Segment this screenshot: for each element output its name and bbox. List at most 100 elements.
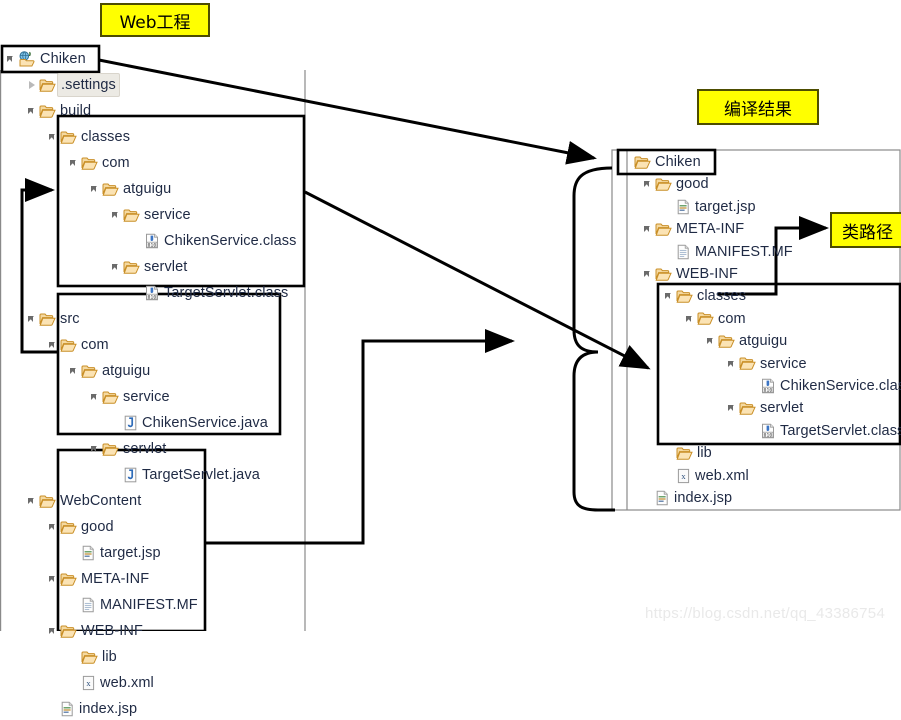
tree-row-label: atguigu <box>102 363 151 379</box>
chevron-down-icon[interactable] <box>48 334 59 356</box>
tree-row[interactable]: 010 TargetServlet.class <box>748 420 901 442</box>
chevron-down-icon[interactable] <box>48 620 59 642</box>
tree-row-label: WebContent <box>60 493 142 509</box>
folder-icon <box>60 338 77 353</box>
tree-row-label: TargetServlet.java <box>142 467 260 483</box>
xml-file-icon: x <box>676 468 691 484</box>
chevron-down-icon[interactable] <box>643 218 654 240</box>
tree-row[interactable]: 010 TargetServlet.class <box>132 282 288 304</box>
class-file-icon: 010 <box>144 233 160 249</box>
chevron-right-icon[interactable] <box>27 74 38 96</box>
java-file-icon <box>123 467 138 483</box>
jsp-file-icon <box>676 199 691 215</box>
tree-row[interactable]: classes <box>664 285 746 307</box>
chevron-down-icon[interactable] <box>48 126 59 148</box>
tree-row[interactable]: com <box>48 334 109 356</box>
tree-row[interactable]: 010 ChikenService.class <box>748 375 901 397</box>
tree-row-label: servlet <box>123 441 167 457</box>
tree-row-label: good <box>81 519 114 535</box>
tree-row-label: servlet <box>144 259 188 275</box>
tree-row[interactable]: 010 ChikenService.class <box>132 230 296 252</box>
tree-row-label: index.jsp <box>674 490 733 506</box>
tree-row[interactable]: build <box>27 100 91 122</box>
jsp-file-icon <box>655 490 670 506</box>
folder-icon <box>39 494 56 509</box>
jsp-file-icon <box>60 701 75 717</box>
folder-icon <box>81 650 98 665</box>
label-class-path: 类路径 <box>830 212 901 248</box>
tree-row[interactable]: target.jsp <box>664 196 756 218</box>
arrow-project-to-deployed-root <box>98 58 597 165</box>
tree-row-label: com <box>102 155 130 171</box>
tree-row-label: lib <box>697 445 712 462</box>
tree-row[interactable]: good <box>643 173 709 195</box>
chevron-down-icon[interactable] <box>27 100 38 122</box>
tree-row[interactable]: com <box>685 308 746 330</box>
folder-icon <box>39 312 56 327</box>
tree-row[interactable]: Chiken <box>6 48 86 70</box>
chevron-down-icon[interactable] <box>6 48 17 70</box>
tree-row[interactable]: good <box>48 516 114 538</box>
tree-row[interactable]: WEB-INF <box>48 620 143 642</box>
tree-row[interactable]: service <box>90 386 170 408</box>
folder-icon <box>739 356 756 371</box>
tree-row[interactable]: src <box>27 308 80 330</box>
chevron-down-icon[interactable] <box>664 285 675 307</box>
tree-row[interactable]: .settings <box>27 73 120 97</box>
tree-row[interactable]: com <box>69 152 130 174</box>
tree-row[interactable]: service <box>727 353 807 375</box>
tree-row[interactable]: servlet <box>727 397 803 419</box>
tree-row[interactable]: classes <box>48 126 130 148</box>
arrow-webcontent-to-deployed <box>205 329 515 545</box>
chevron-down-icon[interactable] <box>90 438 101 460</box>
folder-icon <box>102 182 119 197</box>
chevron-down-icon[interactable] <box>69 360 80 382</box>
tree-row[interactable]: servlet <box>111 256 187 278</box>
chevron-down-icon[interactable] <box>111 204 122 226</box>
chevron-down-icon[interactable] <box>727 397 738 419</box>
tree-row[interactable]: Chiken <box>622 151 701 173</box>
tree-row[interactable]: x web.xml <box>69 672 154 694</box>
tree-row[interactable]: atguigu <box>706 330 787 352</box>
tree-row[interactable]: lib <box>664 442 712 464</box>
tree-row[interactable]: index.jsp <box>643 487 732 509</box>
tree-row[interactable]: atguigu <box>69 360 150 382</box>
folder-icon <box>634 155 651 170</box>
tree-row[interactable]: servlet <box>90 438 166 460</box>
tree-row[interactable]: WEB-INF <box>643 263 738 285</box>
folder-icon <box>655 222 672 237</box>
chevron-down-icon[interactable] <box>90 386 101 408</box>
chevron-down-icon[interactable] <box>69 152 80 174</box>
chevron-down-icon[interactable] <box>685 308 696 330</box>
chevron-down-icon[interactable] <box>111 256 122 278</box>
tree-row[interactable]: TargetServlet.java <box>111 464 260 486</box>
tree-row[interactable]: x web.xml <box>664 465 749 487</box>
chevron-down-icon[interactable] <box>27 490 38 512</box>
tree-row-label: ChikenService.class <box>780 378 901 394</box>
tree-row-label: ChikenService.java <box>142 415 268 431</box>
java-project-icon <box>18 51 36 67</box>
label-web-project-text: Web工程 <box>119 12 191 33</box>
chevron-down-icon[interactable] <box>27 308 38 330</box>
chevron-down-icon[interactable] <box>90 178 101 200</box>
folder-icon <box>60 520 77 535</box>
chevron-down-icon[interactable] <box>706 330 717 352</box>
tree-row[interactable]: META-INF <box>48 568 149 590</box>
tree-row[interactable]: MANIFEST.MF <box>69 594 198 616</box>
tree-row[interactable]: lib <box>69 646 117 668</box>
tree-row[interactable]: META-INF <box>643 218 744 240</box>
tree-row[interactable]: service <box>111 204 191 226</box>
tree-row[interactable]: index.jsp <box>48 698 137 720</box>
svg-text:x: x <box>86 679 91 688</box>
tree-row[interactable]: atguigu <box>90 178 171 200</box>
tree-row[interactable]: MANIFEST.MF <box>664 241 793 263</box>
chevron-down-icon[interactable] <box>643 173 654 195</box>
tree-row[interactable]: target.jsp <box>69 542 161 564</box>
chevron-down-icon[interactable] <box>48 516 59 538</box>
chevron-down-icon[interactable] <box>727 353 738 375</box>
tree-row[interactable]: WebContent <box>27 490 141 512</box>
chevron-down-icon[interactable] <box>643 263 654 285</box>
tree-row[interactable]: ChikenService.java <box>111 412 268 434</box>
deploy-brace-lower <box>572 350 615 512</box>
chevron-down-icon[interactable] <box>48 568 59 590</box>
